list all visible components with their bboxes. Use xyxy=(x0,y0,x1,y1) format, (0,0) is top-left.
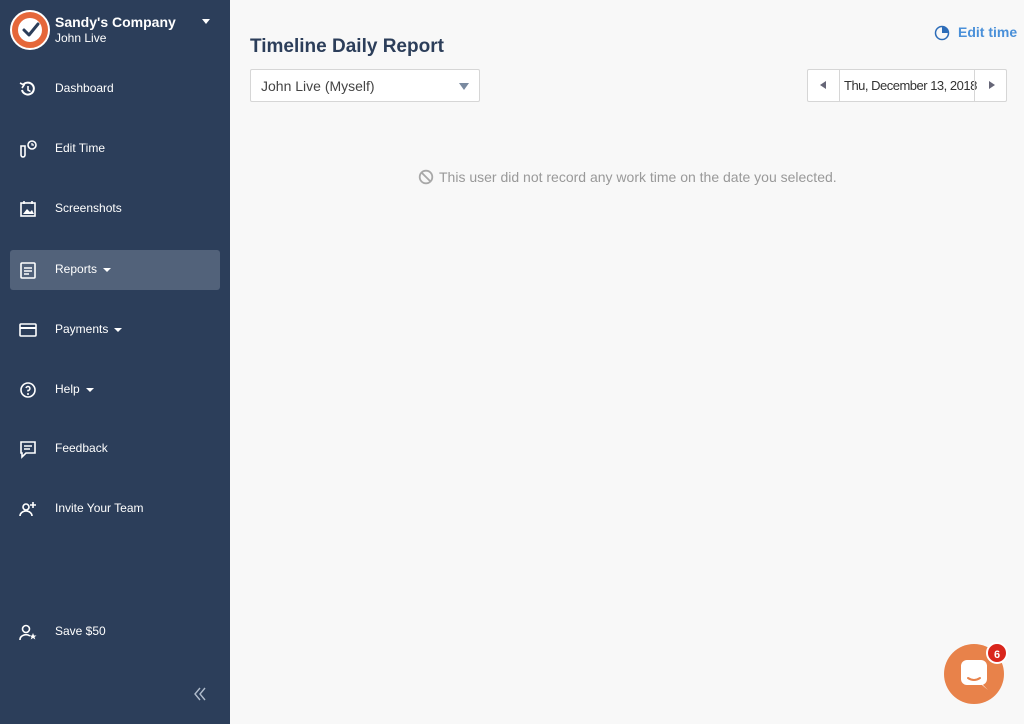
clock-icon xyxy=(934,25,950,41)
sidebar: Sandy's Company John Live Dashboard Edit… xyxy=(0,0,230,724)
date-navigator: Thu, December 13, 2018 xyxy=(807,69,1007,102)
credit-card-icon xyxy=(18,320,38,340)
sidebar-item-label: Invite Your Team xyxy=(55,501,144,515)
sidebar-item-label: Help xyxy=(55,382,80,396)
user-select[interactable]: John Live (Myself) xyxy=(250,69,480,102)
current-user-name: John Live xyxy=(55,31,107,45)
chevron-down-icon xyxy=(459,83,469,90)
sidebar-item-dashboard[interactable]: Dashboard xyxy=(10,69,220,109)
user-star-icon xyxy=(18,622,38,642)
chevron-down-icon xyxy=(86,388,94,392)
sidebar-item-edit-time[interactable]: Edit Time xyxy=(10,129,220,169)
chevron-down-icon xyxy=(202,19,210,24)
chevron-down-icon xyxy=(103,268,111,272)
sidebar-item-help[interactable]: Help xyxy=(10,370,220,410)
page-title: Timeline Daily Report xyxy=(250,36,444,57)
sidebar-item-invite-team[interactable]: Invite Your Team xyxy=(10,489,220,529)
user-select-value: John Live (Myself) xyxy=(261,78,375,94)
history-icon xyxy=(18,79,38,99)
sidebar-item-label: Reports xyxy=(55,262,98,276)
ban-icon xyxy=(418,169,434,185)
sidebar-item-label: Feedback xyxy=(55,441,108,455)
sidebar-item-label: Screenshots xyxy=(55,201,122,215)
screenshots-icon xyxy=(18,199,38,219)
reports-icon xyxy=(18,260,38,280)
sidebar-item-payments[interactable]: Payments xyxy=(10,310,220,350)
sidebar-item-label: Payments xyxy=(55,322,109,336)
app-logo-icon xyxy=(10,10,50,50)
empty-state-text: This user did not record any work time o… xyxy=(439,169,837,185)
selected-date[interactable]: Thu, December 13, 2018 xyxy=(844,78,977,93)
next-day-button[interactable] xyxy=(974,70,1006,101)
help-circle-icon xyxy=(18,380,38,400)
sidebar-item-label: Edit Time xyxy=(55,141,106,155)
company-name: Sandy's Company xyxy=(55,14,176,30)
sidebar-item-save[interactable]: Save $50 xyxy=(10,612,220,652)
chevron-right-icon xyxy=(989,81,995,89)
chevron-down-icon xyxy=(114,328,122,332)
chevron-left-icon xyxy=(820,81,826,89)
collapse-sidebar-button[interactable] xyxy=(190,684,210,704)
sidebar-item-feedback[interactable]: Feedback xyxy=(10,429,220,469)
sidebar-item-label: Save $50 xyxy=(55,624,106,638)
double-chevron-left-icon xyxy=(194,687,206,701)
edit-time-label: Edit time xyxy=(958,24,1018,40)
company-switcher[interactable]: Sandy's Company John Live xyxy=(10,10,220,50)
notification-badge: 6 xyxy=(986,642,1008,664)
sidebar-item-screenshots[interactable]: Screenshots xyxy=(10,189,220,229)
sidebar-item-reports[interactable]: Reports xyxy=(10,250,220,290)
edit-time-icon xyxy=(18,139,38,159)
sidebar-item-label: Dashboard xyxy=(55,81,114,95)
previous-day-button[interactable] xyxy=(808,70,840,101)
feedback-icon xyxy=(18,439,38,459)
add-user-icon xyxy=(18,499,38,519)
